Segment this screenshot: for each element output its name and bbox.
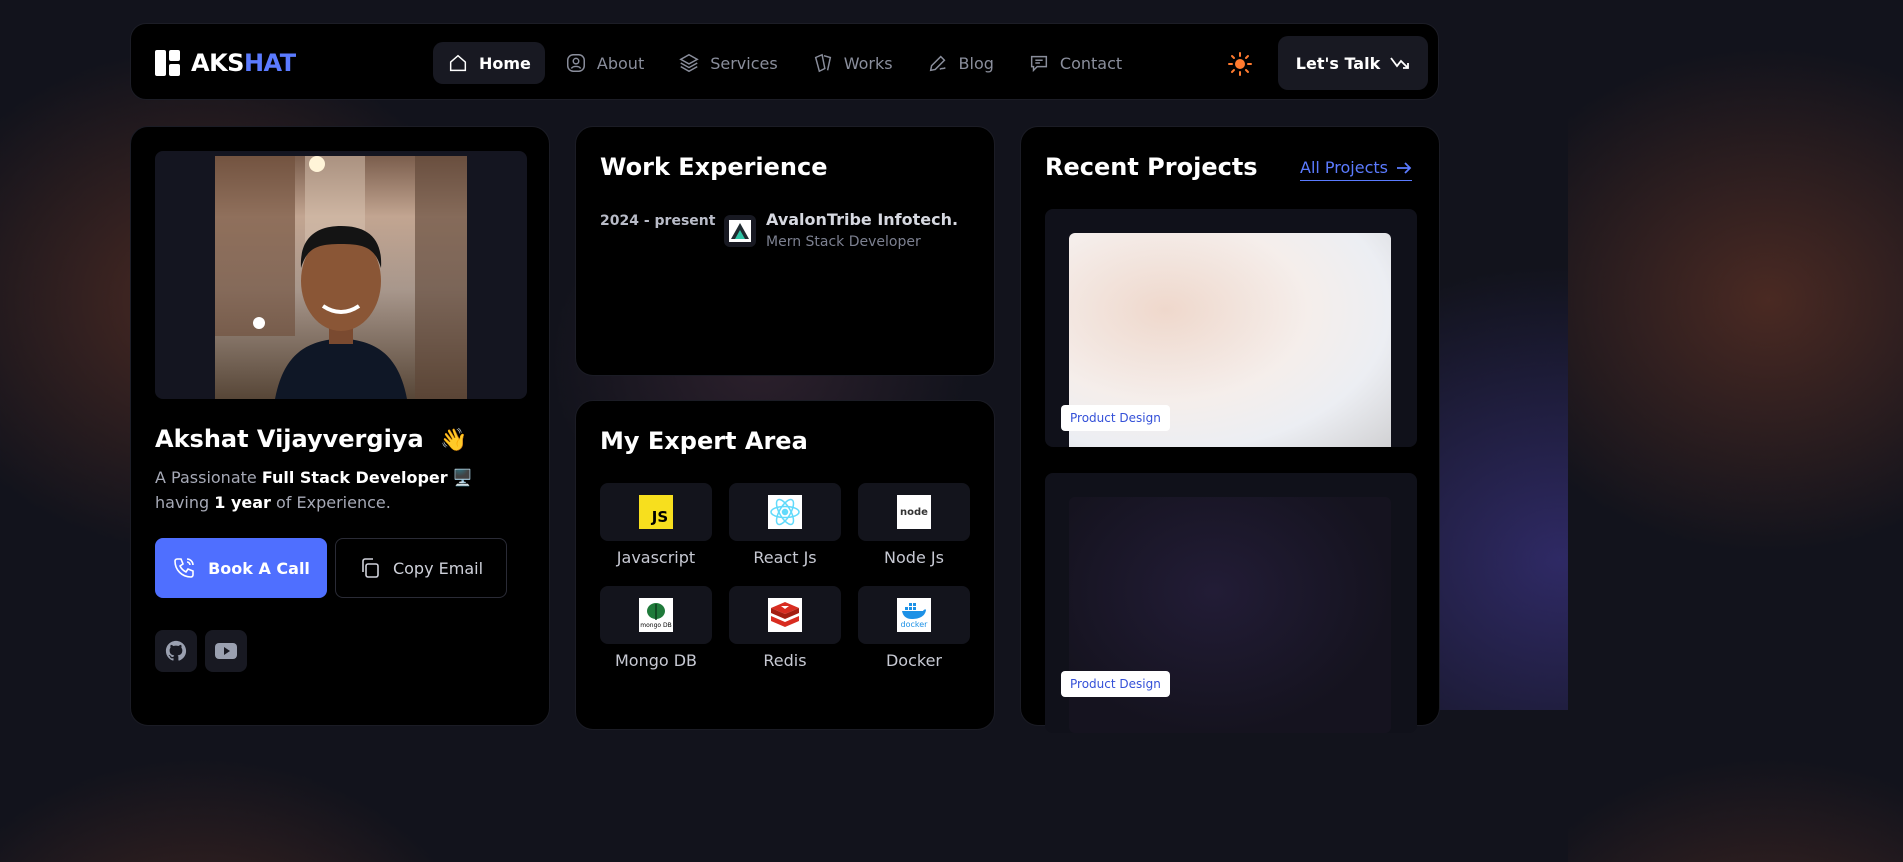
- all-projects-link[interactable]: All Projects: [1300, 158, 1412, 181]
- profile-photo-frame: [155, 151, 527, 399]
- all-projects-label: All Projects: [1300, 158, 1388, 177]
- logo-text: AKSHAT: [191, 49, 296, 77]
- nav-item-label: Contact: [1059, 53, 1123, 73]
- phone-icon: [174, 558, 194, 578]
- cards-icon: [814, 53, 831, 73]
- company-name: AvalonTribe Infotech.: [766, 210, 959, 229]
- skill-docker[interactable]: docker: [858, 586, 970, 644]
- bio-text: having: [155, 493, 215, 512]
- bio-text: A Passionate: [155, 468, 262, 487]
- work-period: 2024 - present: [600, 213, 716, 229]
- expert-area-title: My Expert Area: [600, 427, 808, 455]
- wave-emoji-icon: 👋: [440, 428, 468, 453]
- skill-label: Javascript: [616, 548, 696, 567]
- main-menu: Home About Services Works Blog Contact: [433, 42, 1136, 84]
- profile-name-text: Akshat Vijayvergiya: [155, 425, 424, 453]
- youtube-link[interactable]: [205, 630, 247, 672]
- nav-item-services[interactable]: Services: [664, 42, 791, 84]
- mongodb-icon: mongo DB: [639, 598, 673, 632]
- top-navbar: AKSHAT Home About Services Works Blog Co…: [130, 23, 1439, 100]
- redis-icon: [768, 598, 802, 632]
- github-icon: [165, 640, 187, 661]
- skill-redis[interactable]: [729, 586, 841, 644]
- skill-node[interactable]: node: [858, 483, 970, 541]
- theme-toggle-sun-icon[interactable]: [1228, 52, 1252, 76]
- nav-item-label: Blog: [958, 53, 994, 73]
- copy-email-label: Copy Email: [392, 558, 484, 578]
- project-card[interactable]: Product Design: [1045, 209, 1417, 447]
- youtube-icon: [215, 643, 237, 659]
- nav-item-label: Works: [843, 53, 893, 73]
- profile-card: Akshat Vijayvergiya 👋 A Passionate Full …: [130, 126, 550, 726]
- book-call-label: Book A Call: [208, 558, 310, 578]
- work-experience-card: Work Experience 2024 - present AvalonTri…: [575, 126, 995, 376]
- work-experience-title: Work Experience: [600, 153, 828, 181]
- github-link[interactable]: [155, 630, 197, 672]
- nav-item-about[interactable]: About: [551, 42, 658, 84]
- skill-label: Mongo DB: [614, 651, 698, 670]
- bio-text: of Experience.: [270, 493, 391, 512]
- computer-emoji-icon: 🖥️: [452, 468, 473, 487]
- lets-talk-button[interactable]: Let's Talk: [1278, 36, 1428, 90]
- recent-projects-card: Recent Projects All Projects Product Des…: [1020, 126, 1440, 733]
- arrow-right-icon: [1397, 161, 1412, 174]
- project-thumbnail: [1069, 497, 1391, 733]
- docker-icon: docker: [897, 598, 931, 632]
- layers-icon: [679, 53, 699, 73]
- home-icon: [449, 54, 467, 72]
- project-card[interactable]: Product Design: [1045, 473, 1417, 733]
- javascript-logo-text: JS: [651, 508, 669, 526]
- skill-react[interactable]: [729, 483, 841, 541]
- copy-icon: [362, 558, 379, 578]
- bio-years: 1 year: [214, 493, 271, 512]
- nav-item-home[interactable]: Home: [433, 42, 545, 84]
- bio-role: Full Stack Developer: [261, 468, 448, 487]
- copy-email-button[interactable]: Copy Email: [335, 538, 507, 598]
- docker-logo-text: docker: [900, 619, 928, 629]
- javascript-icon: JS: [639, 495, 673, 529]
- nav-item-label: About: [596, 53, 645, 73]
- skill-mongodb[interactable]: mongo DB: [600, 586, 712, 644]
- logo-mark-icon: [155, 50, 181, 76]
- book-call-button[interactable]: Book A Call: [155, 538, 327, 598]
- expert-area-card: My Expert Area JS Javascript React Js no…: [575, 400, 995, 730]
- logo-text-suffix: HAT: [243, 49, 296, 77]
- skill-label: Docker: [885, 651, 943, 670]
- node-icon: node: [897, 495, 931, 529]
- pen-icon: [929, 55, 946, 72]
- user-icon: [566, 54, 585, 72]
- nav-item-contact[interactable]: Contact: [1014, 42, 1136, 84]
- message-icon: [1030, 55, 1047, 73]
- mongodb-logo-text: mongo DB: [640, 621, 672, 629]
- react-icon: [768, 495, 802, 529]
- nav-item-label: Home: [479, 53, 531, 73]
- profile-photo: [215, 156, 467, 399]
- skill-label: React Js: [753, 548, 817, 567]
- skill-javascript[interactable]: JS: [600, 483, 712, 541]
- project-badge: Product Design: [1061, 405, 1170, 431]
- logo-text-prefix: AKS: [191, 49, 244, 77]
- skill-label: Node Js: [884, 548, 944, 567]
- project-badge: Product Design: [1061, 671, 1170, 697]
- profile-name: Akshat Vijayvergiya 👋: [155, 425, 467, 453]
- nav-item-label: Services: [710, 53, 778, 73]
- recent-projects-title: Recent Projects: [1045, 153, 1258, 181]
- company-logo-icon: [724, 215, 756, 247]
- nav-item-blog[interactable]: Blog: [913, 42, 1008, 84]
- nav-item-works[interactable]: Works: [798, 42, 907, 84]
- job-role: Mern Stack Developer: [766, 234, 921, 250]
- node-logo-text: node: [900, 506, 928, 518]
- skill-label: Redis: [763, 651, 807, 670]
- arrow-up-right-icon: [1390, 57, 1410, 69]
- profile-bio: A Passionate Full Stack Developer 🖥️ hav…: [155, 465, 527, 515]
- lets-talk-label: Let's Talk: [1295, 53, 1381, 73]
- logo[interactable]: AKSHAT: [155, 49, 296, 77]
